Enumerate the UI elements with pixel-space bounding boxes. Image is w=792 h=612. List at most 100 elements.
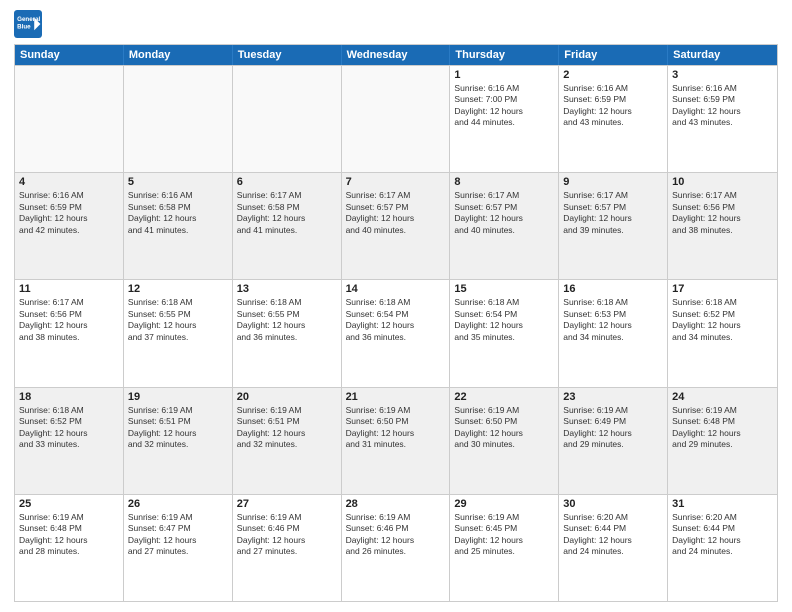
day-info: Sunrise: 6:16 AM Sunset: 6:58 PM Dayligh…	[128, 190, 228, 236]
day-cell-30: 30 Sunrise: 6:20 AM Sunset: 6:44 PM Dayli…	[559, 495, 668, 601]
calendar-row-2: 4 Sunrise: 6:16 AM Sunset: 6:59 PM Daylig…	[15, 172, 777, 279]
day-cell-17: 17 Sunrise: 6:18 AM Sunset: 6:52 PM Dayli…	[668, 280, 777, 386]
page: General Blue SundayMondayTuesdayWednesda…	[0, 0, 792, 612]
day-number: 24	[672, 391, 773, 403]
day-cell-13: 13 Sunrise: 6:18 AM Sunset: 6:55 PM Dayli…	[233, 280, 342, 386]
day-cell-18: 18 Sunrise: 6:18 AM Sunset: 6:52 PM Dayli…	[15, 388, 124, 494]
day-number: 12	[128, 283, 228, 295]
day-info: Sunrise: 6:19 AM Sunset: 6:47 PM Dayligh…	[128, 512, 228, 558]
day-cell-2: 2 Sunrise: 6:16 AM Sunset: 6:59 PM Daylig…	[559, 66, 668, 172]
day-info: Sunrise: 6:16 AM Sunset: 6:59 PM Dayligh…	[19, 190, 119, 236]
day-info: Sunrise: 6:20 AM Sunset: 6:44 PM Dayligh…	[672, 512, 773, 558]
day-cell-16: 16 Sunrise: 6:18 AM Sunset: 6:53 PM Dayli…	[559, 280, 668, 386]
svg-text:Blue: Blue	[17, 24, 31, 31]
day-number: 28	[346, 498, 446, 510]
day-cell-12: 12 Sunrise: 6:18 AM Sunset: 6:55 PM Dayli…	[124, 280, 233, 386]
day-info: Sunrise: 6:18 AM Sunset: 6:53 PM Dayligh…	[563, 297, 663, 343]
day-number: 1	[454, 69, 554, 81]
day-info: Sunrise: 6:18 AM Sunset: 6:52 PM Dayligh…	[672, 297, 773, 343]
day-info: Sunrise: 6:17 AM Sunset: 6:57 PM Dayligh…	[454, 190, 554, 236]
day-cell-21: 21 Sunrise: 6:19 AM Sunset: 6:50 PM Dayli…	[342, 388, 451, 494]
day-info: Sunrise: 6:20 AM Sunset: 6:44 PM Dayligh…	[563, 512, 663, 558]
calendar-row-1: 1Sunrise: 6:16 AM Sunset: 7:00 PM Daylig…	[15, 65, 777, 172]
day-cell-10: 10Sunrise: 6:17 AM Sunset: 6:56 PM Dayli…	[668, 173, 777, 279]
day-number: 4	[19, 176, 119, 188]
day-cell-7: 7 Sunrise: 6:17 AM Sunset: 6:57 PM Daylig…	[342, 173, 451, 279]
day-cell-29: 29 Sunrise: 6:19 AM Sunset: 6:45 PM Dayli…	[450, 495, 559, 601]
weekday-header-sunday: Sunday	[15, 45, 124, 65]
day-cell-9: 9 Sunrise: 6:17 AM Sunset: 6:57 PM Daylig…	[559, 173, 668, 279]
day-info: Sunrise: 6:19 AM Sunset: 6:50 PM Dayligh…	[454, 405, 554, 451]
day-cell-19: 19 Sunrise: 6:19 AM Sunset: 6:51 PM Dayli…	[124, 388, 233, 494]
day-number: 16	[563, 283, 663, 295]
day-cell-3: 3 Sunrise: 6:16 AM Sunset: 6:59 PM Daylig…	[668, 66, 777, 172]
day-info: Sunrise: 6:17 AM Sunset: 6:58 PM Dayligh…	[237, 190, 337, 236]
logo: General Blue	[14, 10, 46, 38]
calendar-body: 1Sunrise: 6:16 AM Sunset: 7:00 PM Daylig…	[15, 65, 777, 601]
day-number: 5	[128, 176, 228, 188]
weekday-header-friday: Friday	[559, 45, 668, 65]
day-number: 21	[346, 391, 446, 403]
calendar-row-4: 18 Sunrise: 6:18 AM Sunset: 6:52 PM Dayli…	[15, 387, 777, 494]
day-cell-25: 25Sunrise: 6:19 AM Sunset: 6:48 PM Dayli…	[15, 495, 124, 601]
day-number: 20	[237, 391, 337, 403]
day-number: 17	[672, 283, 773, 295]
day-info: Sunrise: 6:18 AM Sunset: 6:55 PM Dayligh…	[128, 297, 228, 343]
day-info: Sunrise: 6:18 AM Sunset: 6:55 PM Dayligh…	[237, 297, 337, 343]
calendar: SundayMondayTuesdayWednesdayThursdayFrid…	[14, 44, 778, 602]
day-number: 11	[19, 283, 119, 295]
day-cell-27: 27Sunrise: 6:19 AM Sunset: 6:46 PM Dayli…	[233, 495, 342, 601]
day-info: Sunrise: 6:16 AM Sunset: 6:59 PM Dayligh…	[563, 83, 663, 129]
day-cell-15: 15 Sunrise: 6:18 AM Sunset: 6:54 PM Dayli…	[450, 280, 559, 386]
weekday-header-thursday: Thursday	[450, 45, 559, 65]
day-number: 14	[346, 283, 446, 295]
day-cell-20: 20Sunrise: 6:19 AM Sunset: 6:51 PM Dayli…	[233, 388, 342, 494]
day-number: 19	[128, 391, 228, 403]
header: General Blue	[14, 10, 778, 38]
day-number: 25	[19, 498, 119, 510]
day-info: Sunrise: 6:16 AM Sunset: 6:59 PM Dayligh…	[672, 83, 773, 129]
empty-cell	[124, 66, 233, 172]
day-number: 26	[128, 498, 228, 510]
weekday-header-saturday: Saturday	[668, 45, 777, 65]
day-info: Sunrise: 6:17 AM Sunset: 6:57 PM Dayligh…	[563, 190, 663, 236]
day-info: Sunrise: 6:18 AM Sunset: 6:52 PM Dayligh…	[19, 405, 119, 451]
day-info: Sunrise: 6:19 AM Sunset: 6:46 PM Dayligh…	[346, 512, 446, 558]
calendar-row-3: 11 Sunrise: 6:17 AM Sunset: 6:56 PM Dayli…	[15, 279, 777, 386]
day-number: 31	[672, 498, 773, 510]
empty-cell	[342, 66, 451, 172]
day-number: 9	[563, 176, 663, 188]
day-number: 3	[672, 69, 773, 81]
day-number: 10	[672, 176, 773, 188]
day-number: 27	[237, 498, 337, 510]
day-number: 23	[563, 391, 663, 403]
day-info: Sunrise: 6:19 AM Sunset: 6:49 PM Dayligh…	[563, 405, 663, 451]
day-cell-11: 11 Sunrise: 6:17 AM Sunset: 6:56 PM Dayli…	[15, 280, 124, 386]
day-cell-1: 1Sunrise: 6:16 AM Sunset: 7:00 PM Daylig…	[450, 66, 559, 172]
day-info: Sunrise: 6:18 AM Sunset: 6:54 PM Dayligh…	[454, 297, 554, 343]
day-info: Sunrise: 6:19 AM Sunset: 6:51 PM Dayligh…	[128, 405, 228, 451]
day-number: 2	[563, 69, 663, 81]
day-info: Sunrise: 6:19 AM Sunset: 6:48 PM Dayligh…	[672, 405, 773, 451]
day-cell-5: 5 Sunrise: 6:16 AM Sunset: 6:58 PM Daylig…	[124, 173, 233, 279]
day-number: 13	[237, 283, 337, 295]
day-cell-31: 31 Sunrise: 6:20 AM Sunset: 6:44 PM Dayli…	[668, 495, 777, 601]
day-info: Sunrise: 6:17 AM Sunset: 6:57 PM Dayligh…	[346, 190, 446, 236]
day-info: Sunrise: 6:17 AM Sunset: 6:56 PM Dayligh…	[19, 297, 119, 343]
day-number: 30	[563, 498, 663, 510]
day-cell-28: 28 Sunrise: 6:19 AM Sunset: 6:46 PM Dayli…	[342, 495, 451, 601]
day-cell-14: 14 Sunrise: 6:18 AM Sunset: 6:54 PM Dayli…	[342, 280, 451, 386]
day-number: 22	[454, 391, 554, 403]
empty-cell	[15, 66, 124, 172]
day-info: Sunrise: 6:18 AM Sunset: 6:54 PM Dayligh…	[346, 297, 446, 343]
day-number: 18	[19, 391, 119, 403]
day-number: 6	[237, 176, 337, 188]
day-cell-24: 24 Sunrise: 6:19 AM Sunset: 6:48 PM Dayli…	[668, 388, 777, 494]
day-number: 15	[454, 283, 554, 295]
day-info: Sunrise: 6:19 AM Sunset: 6:50 PM Dayligh…	[346, 405, 446, 451]
day-number: 7	[346, 176, 446, 188]
day-number: 29	[454, 498, 554, 510]
weekday-header-monday: Monday	[124, 45, 233, 65]
calendar-header: SundayMondayTuesdayWednesdayThursdayFrid…	[15, 45, 777, 65]
day-info: Sunrise: 6:19 AM Sunset: 6:45 PM Dayligh…	[454, 512, 554, 558]
